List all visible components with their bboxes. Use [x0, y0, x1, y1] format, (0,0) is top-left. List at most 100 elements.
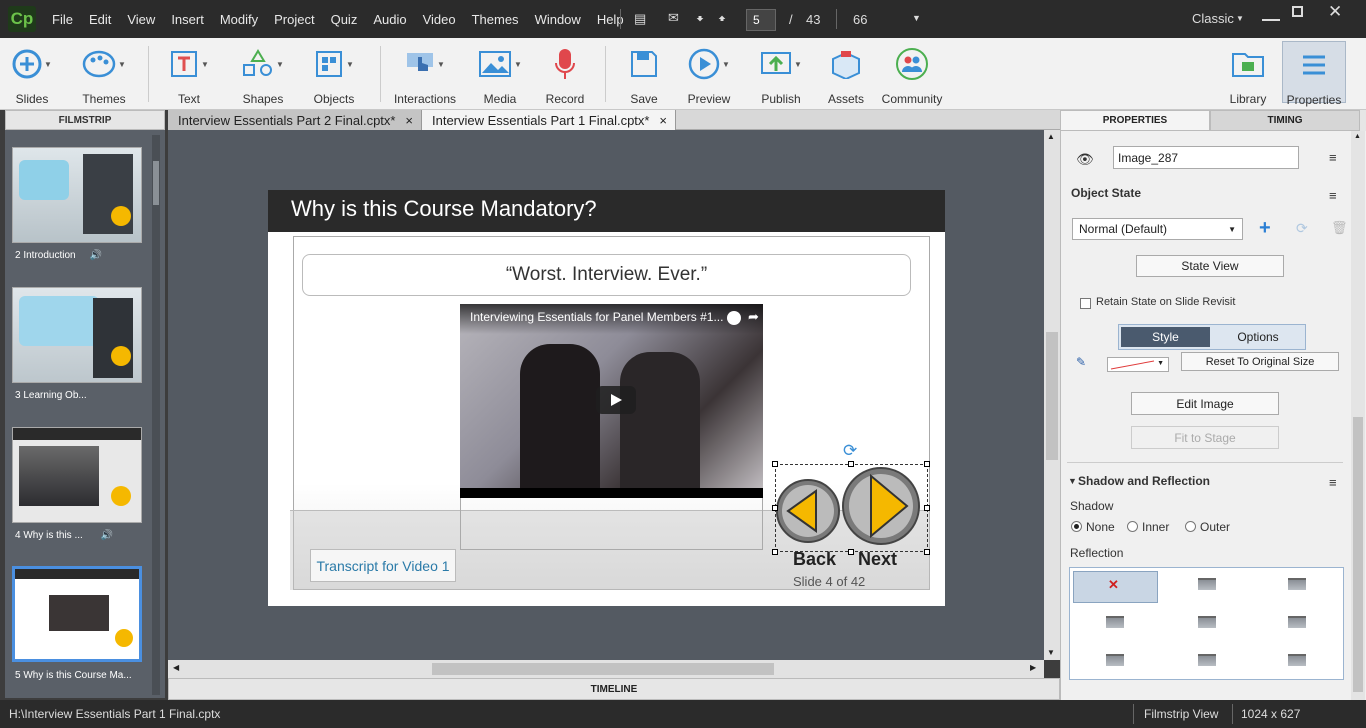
- publish-button[interactable]: ▼ Publish: [749, 44, 813, 106]
- menu-view[interactable]: View: [119, 12, 163, 27]
- properties-scrollbar[interactable]: ▲: [1351, 131, 1365, 700]
- resize-handle[interactable]: [772, 549, 778, 555]
- tab-part-2[interactable]: Interview Essentials Part 2 Final.cptx* ×: [168, 110, 422, 130]
- resize-handle[interactable]: [772, 461, 778, 467]
- stroke-color-picker[interactable]: ▼: [1107, 357, 1169, 372]
- library-button[interactable]: Library: [1216, 44, 1280, 106]
- menu-help[interactable]: Help: [589, 12, 632, 27]
- shadow-outer-radio[interactable]: Outer: [1185, 520, 1230, 534]
- shadow-inner-radio[interactable]: Inner: [1127, 520, 1169, 534]
- back-button[interactable]: Back: [793, 549, 836, 570]
- shapes-button[interactable]: ▼ Shapes: [231, 44, 295, 106]
- share-icon[interactable]: ➦: [748, 309, 759, 325]
- filmstrip-scrollbar[interactable]: [152, 135, 160, 695]
- reset-size-button[interactable]: Reset To Original Size: [1181, 352, 1339, 371]
- visibility-eye-icon[interactable]: 👁: [1076, 151, 1094, 168]
- arrow-down-icon[interactable]: 🠻: [696, 10, 704, 32]
- stage-vertical-scrollbar[interactable]: ▲ ▼: [1044, 130, 1060, 660]
- tab-part-1[interactable]: Interview Essentials Part 1 Final.cptx* ×: [422, 110, 676, 130]
- menu-insert[interactable]: Insert: [163, 12, 212, 27]
- view-mode[interactable]: Filmstrip View: [1144, 707, 1218, 721]
- shadow-none-radio[interactable]: None: [1071, 520, 1115, 534]
- scroll-thumb[interactable]: [1353, 417, 1363, 692]
- menu-project[interactable]: Project: [266, 12, 322, 27]
- arrow-up-icon[interactable]: 🠹: [718, 10, 726, 32]
- tab-properties[interactable]: PROPERTIES: [1060, 110, 1210, 131]
- media-button[interactable]: ▼ Media: [468, 44, 532, 106]
- object-name-input[interactable]: Image_287: [1113, 146, 1299, 169]
- resize-handle[interactable]: [924, 505, 930, 511]
- tab-timing[interactable]: TIMING: [1210, 110, 1360, 131]
- record-button[interactable]: Record: [533, 44, 597, 106]
- menu-video[interactable]: Video: [415, 12, 464, 27]
- scroll-thumb[interactable]: [432, 663, 774, 675]
- menu-audio[interactable]: Audio: [365, 12, 414, 27]
- quote-box[interactable]: “Worst. Interview. Ever.”: [302, 254, 911, 296]
- transcript-button[interactable]: Transcript for Video 1: [310, 549, 456, 582]
- minimize-icon[interactable]: [1262, 5, 1280, 21]
- chevron-down-icon[interactable]: ▼: [912, 13, 921, 23]
- workspace-switcher[interactable]: Classic: [1192, 11, 1234, 26]
- slide-thumbnail-2[interactable]: [12, 147, 142, 243]
- chevron-down-icon[interactable]: ▼: [1068, 476, 1077, 486]
- options-tab[interactable]: Options: [1213, 327, 1303, 347]
- resize-handle[interactable]: [848, 461, 854, 467]
- clock-icon[interactable]: [727, 311, 741, 325]
- state-dropdown[interactable]: Normal (Default) ▼: [1072, 218, 1243, 240]
- scroll-thumb[interactable]: [153, 161, 159, 205]
- slide-title[interactable]: Why is this Course Mandatory?: [291, 196, 597, 222]
- menu-window[interactable]: Window: [527, 12, 589, 27]
- slide-thumbnail-4[interactable]: [12, 427, 142, 523]
- themes-button[interactable]: ▼ Themes: [72, 44, 136, 106]
- play-button[interactable]: [596, 386, 636, 414]
- preview-button[interactable]: ▼ Preview: [677, 44, 741, 106]
- state-view-button[interactable]: State View: [1136, 255, 1284, 277]
- maximize-icon[interactable]: [1292, 6, 1303, 17]
- retain-state-checkbox[interactable]: [1080, 298, 1091, 309]
- scroll-thumb[interactable]: [1046, 332, 1058, 460]
- menu-file[interactable]: File: [44, 12, 81, 27]
- reflection-option-icon[interactable]: [1288, 578, 1306, 590]
- save-button[interactable]: Save: [612, 44, 676, 106]
- reflection-option-icon[interactable]: [1106, 654, 1124, 666]
- interactions-button[interactable]: ▼ Interactions: [393, 44, 457, 106]
- panel-menu-icon[interactable]: ≡: [1329, 475, 1337, 490]
- comment-icon[interactable]: ▤: [634, 11, 646, 27]
- fit-to-stage-button[interactable]: Fit to Stage: [1131, 426, 1279, 449]
- reflection-option-icon[interactable]: [1288, 616, 1306, 628]
- panel-menu-icon[interactable]: ≡: [1329, 150, 1337, 165]
- pencil-edit-icon[interactable]: ✎: [1076, 355, 1086, 369]
- state-refresh-icon[interactable]: ⟳: [1296, 220, 1308, 237]
- reflection-option-icon[interactable]: [1198, 578, 1216, 590]
- resize-handle[interactable]: [848, 549, 854, 555]
- reflection-option-icon[interactable]: [1288, 654, 1306, 666]
- add-state-icon[interactable]: +: [1259, 217, 1271, 240]
- resize-handle[interactable]: [924, 549, 930, 555]
- resize-handle[interactable]: [924, 461, 930, 467]
- slide-thumbnail-3[interactable]: [12, 287, 142, 383]
- next-button[interactable]: Next: [858, 549, 897, 570]
- slide-thumbnail-5[interactable]: [12, 566, 142, 662]
- slides-button[interactable]: ▼ Slides: [0, 44, 64, 106]
- style-tab[interactable]: Style: [1121, 327, 1210, 347]
- zoom-value[interactable]: 66: [853, 12, 867, 27]
- menu-themes[interactable]: Themes: [464, 12, 527, 27]
- mail-icon[interactable]: ✉: [668, 10, 679, 26]
- stage-horizontal-scrollbar[interactable]: ◀ ▶: [168, 660, 1044, 678]
- menu-quiz[interactable]: Quiz: [323, 12, 366, 27]
- reflection-option-icon[interactable]: [1198, 616, 1216, 628]
- reflection-option-icon[interactable]: [1198, 654, 1216, 666]
- panel-menu-icon[interactable]: ≡: [1329, 188, 1337, 203]
- community-button[interactable]: Community: [880, 44, 944, 106]
- assets-button[interactable]: Assets: [814, 44, 878, 106]
- current-slide-input[interactable]: 5: [746, 9, 776, 31]
- close-icon[interactable]: ✕: [1328, 2, 1342, 22]
- reflection-option-icon[interactable]: [1106, 616, 1124, 628]
- chevron-down-icon[interactable]: ▼: [1236, 14, 1244, 23]
- rotate-handle-icon[interactable]: ⟳: [843, 441, 857, 461]
- properties-button[interactable]: Properties: [1282, 41, 1346, 107]
- text-button[interactable]: ▼ Text: [157, 44, 221, 106]
- timeline-panel-header[interactable]: TIMELINE: [168, 678, 1060, 700]
- edit-image-button[interactable]: Edit Image: [1131, 392, 1279, 415]
- objects-button[interactable]: ▼ Objects: [302, 44, 366, 106]
